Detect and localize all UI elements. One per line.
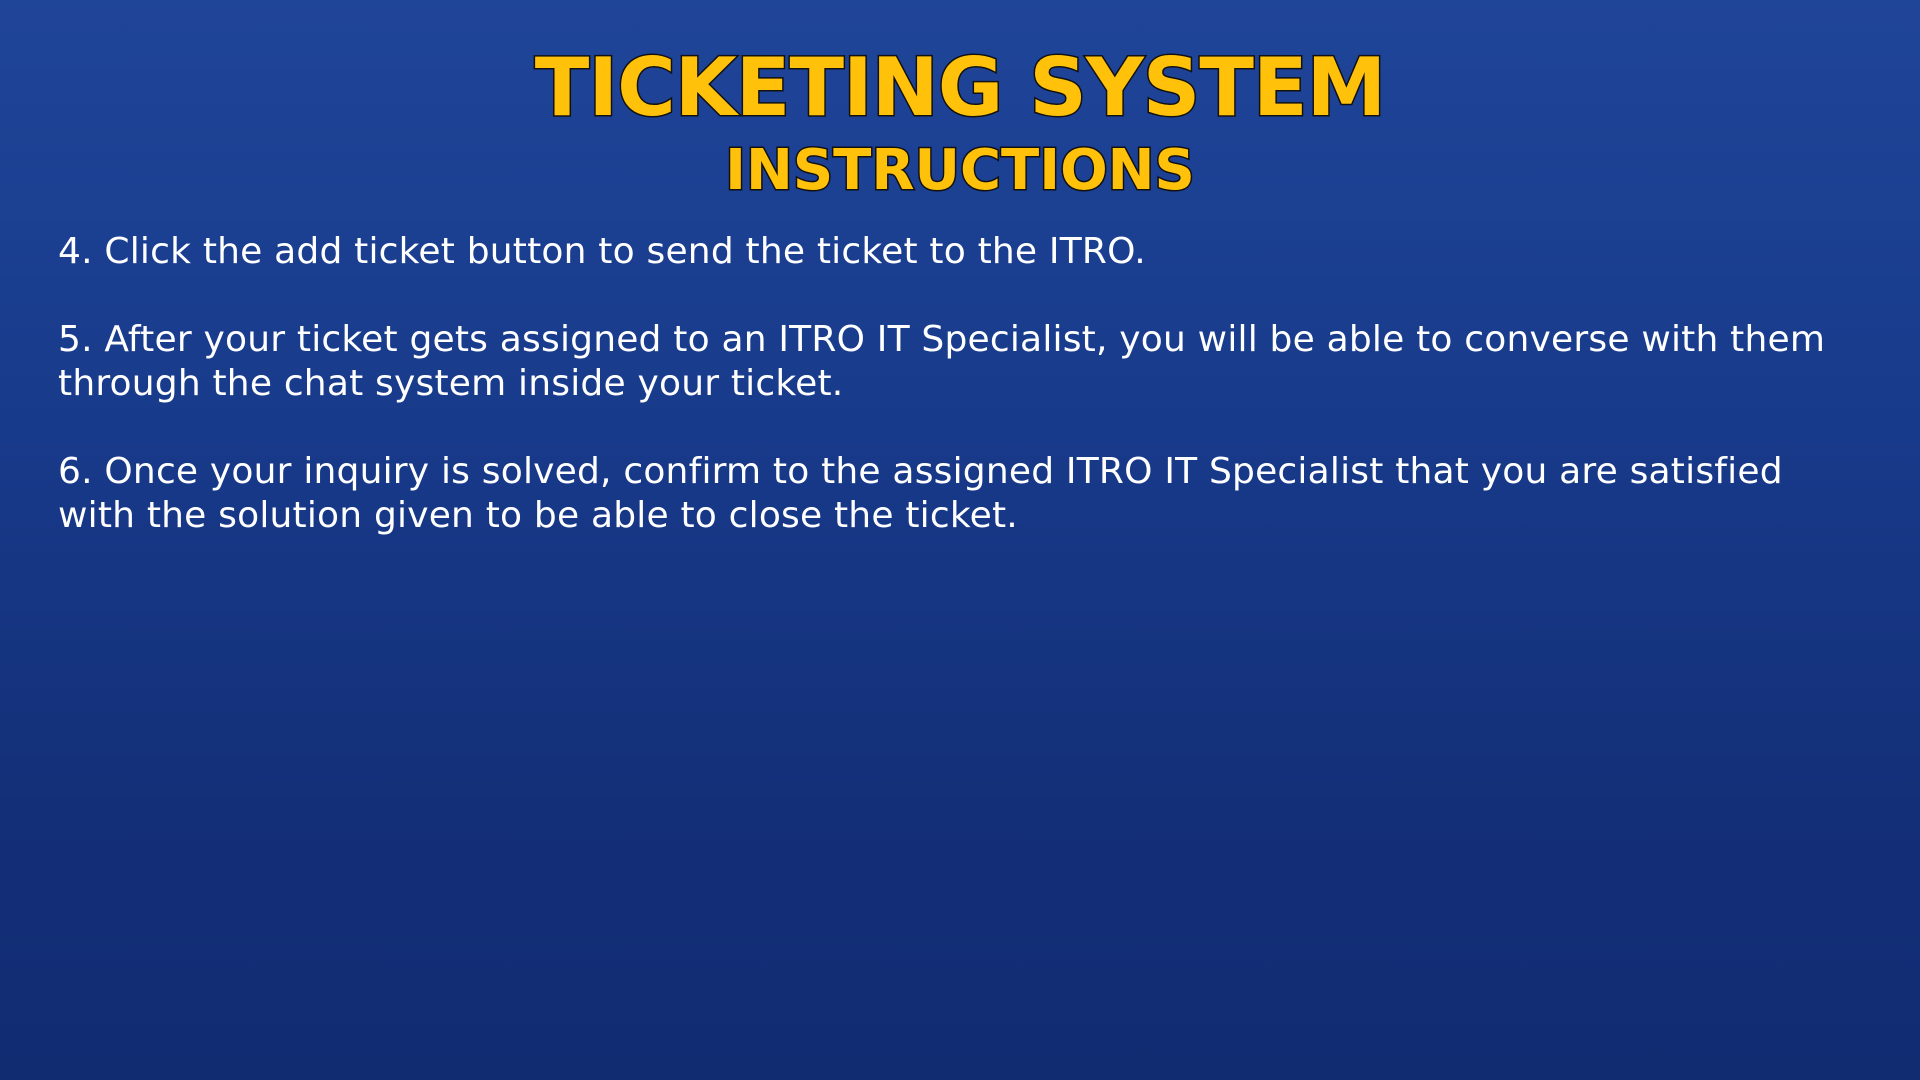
instruction-step-6: 6. Once your inquiry is solved, confirm … xyxy=(58,451,1783,536)
instructions-list: 4. Click the add ticket button to send t… xyxy=(58,230,1868,582)
slide-subtitle: INSTRUCTIONS xyxy=(724,137,1197,205)
slide: TICKETING SYSTEM INSTRUCTIONS 4. Click t… xyxy=(0,0,1920,1080)
instruction-step-5: 5. After your ticket gets assigned to an… xyxy=(58,319,1826,404)
title-block: TICKETING SYSTEM INSTRUCTIONS xyxy=(0,40,1920,206)
instruction-step-4: 4. Click the add ticket button to send t… xyxy=(58,231,1146,272)
slide-title: TICKETING SYSTEM xyxy=(533,40,1387,136)
